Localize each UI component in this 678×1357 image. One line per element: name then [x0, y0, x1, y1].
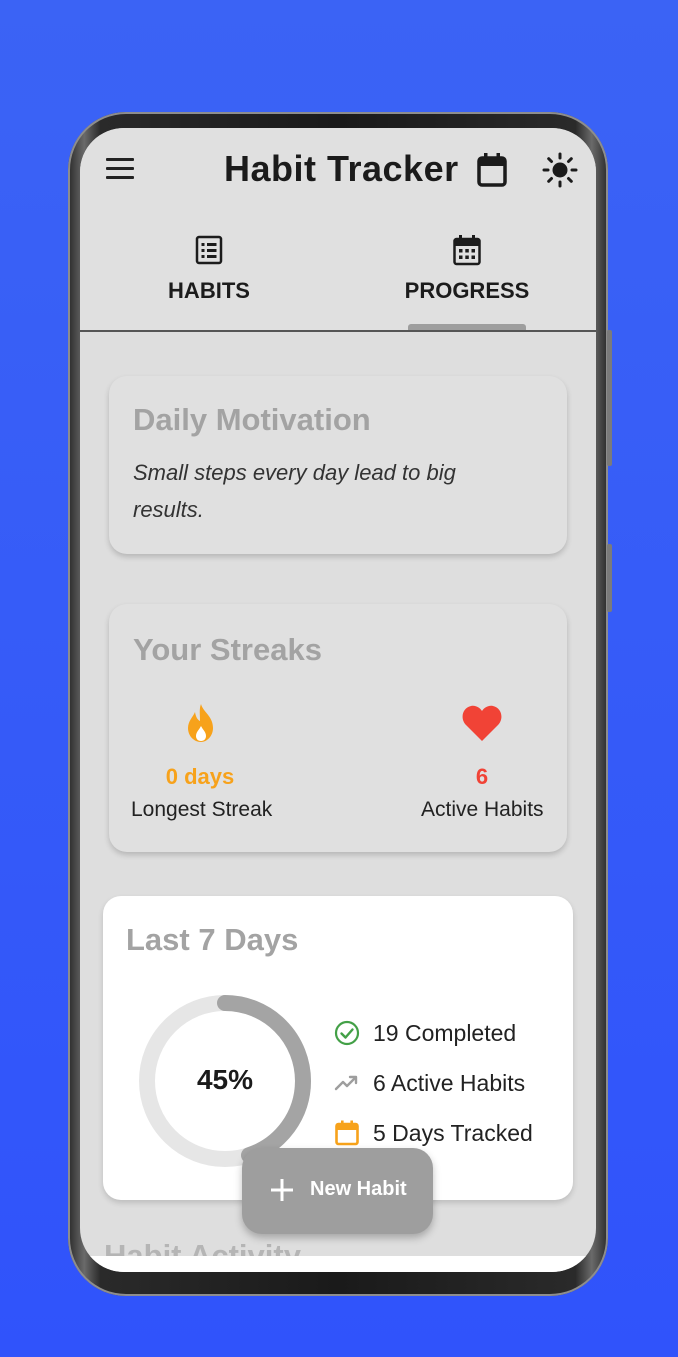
- completed-text: 19 Completed: [373, 1019, 517, 1046]
- longest-streak-value: 0 days: [165, 764, 235, 789]
- active-habits-stat: 6 Active Habits: [333, 1068, 525, 1098]
- check-circle-icon: [334, 1020, 360, 1046]
- days-tracked-text: 5 Days Tracked: [373, 1119, 533, 1146]
- app-screen: Habit Tracker HABITS PROGRESS Daily Moti…: [80, 128, 596, 1272]
- calendar-icon[interactable]: [476, 152, 508, 188]
- tab-bar: HABITS PROGRESS: [80, 212, 596, 332]
- motivation-quote: Small steps every day lead to big result…: [133, 460, 456, 522]
- calendar-icon: [453, 235, 481, 266]
- new-habit-button[interactable]: New Habit: [242, 1148, 433, 1234]
- new-habit-label: New Habit: [310, 1178, 407, 1200]
- streaks-card: Your Streaks 0 days Longest Streak 6 Act…: [109, 604, 567, 852]
- tab-habits[interactable]: HABITS: [80, 212, 338, 330]
- tab-habits-label: HABITS: [168, 278, 250, 303]
- calendar-icon: [335, 1120, 359, 1146]
- tab-indicator: [408, 324, 526, 330]
- app-title: Habit Tracker: [224, 148, 459, 189]
- active-habits-value: 6: [475, 764, 489, 789]
- completed-stat: 19 Completed: [333, 1018, 516, 1048]
- volume-button: [607, 330, 612, 466]
- list-icon: [195, 235, 223, 265]
- streaks-title: Your Streaks: [133, 632, 322, 667]
- heart-icon: [462, 705, 502, 741]
- power-button: [607, 544, 612, 612]
- last-7-days-title: Last 7 Days: [126, 922, 299, 957]
- progress-percent: 45%: [196, 1064, 254, 1095]
- trending-up-icon: [334, 1075, 358, 1091]
- fire-icon: [188, 704, 213, 742]
- motivation-title: Daily Motivation: [133, 402, 371, 437]
- longest-streak-label: Longest Streak: [131, 798, 273, 821]
- app-bar: Habit Tracker: [80, 128, 596, 212]
- motivation-card: Daily Motivation Small steps every day l…: [109, 376, 567, 554]
- hamburger-menu-icon[interactable]: [106, 158, 134, 182]
- tab-progress[interactable]: PROGRESS: [338, 212, 596, 330]
- days-tracked-stat: 5 Days Tracked: [333, 1118, 533, 1148]
- plus-icon: [271, 1179, 293, 1201]
- tab-progress-label: PROGRESS: [404, 278, 530, 303]
- bottom-edge: [80, 1256, 596, 1272]
- brightness-icon[interactable]: [542, 152, 578, 188]
- active-habits-text: 6 Active Habits: [373, 1069, 526, 1096]
- active-habits-label: Active Habits: [421, 798, 544, 821]
